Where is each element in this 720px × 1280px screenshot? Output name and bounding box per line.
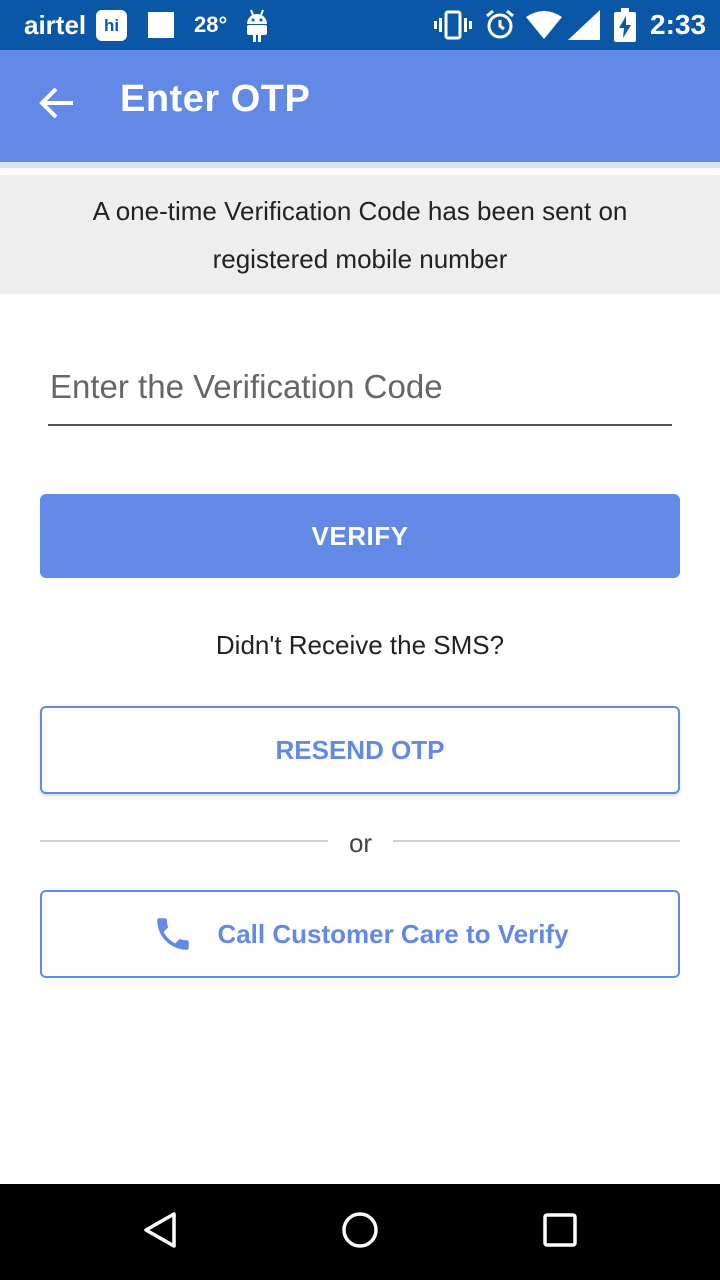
call-customer-care-button[interactable]: Call Customer Care to Verify [40,890,680,978]
nav-back-button[interactable] [134,1206,186,1258]
sms-question-text: Didn't Receive the SMS? [215,630,505,660]
divider-or-text: or [348,828,373,858]
info-banner: A one-time Verification Code has been se… [0,175,720,294]
divider-left [40,840,328,842]
back-button[interactable] [32,80,82,130]
alarm-icon [484,0,516,50]
status-bar: airtel hi 28° 2:33 [0,0,720,50]
resend-otp-button[interactable]: RESEND OTP [40,706,680,794]
call-customer-care-label: Call Customer Care to Verify [217,918,569,949]
verify-button[interactable]: VERIFY [40,494,680,578]
clock: 2:33 [650,9,707,40]
nav-home-icon [340,1210,380,1255]
info-message: A one-time Verification Code has been se… [92,195,628,274]
temperature-indicator: 28° [194,12,228,37]
hike-icon: hi [96,10,127,41]
battery-charging-icon [614,0,636,50]
wifi-icon [526,0,562,50]
page-title: Enter OTP [120,78,311,120]
nav-back-icon [140,1210,180,1255]
nav-recent-button[interactable] [534,1206,586,1258]
phone-icon [151,912,195,956]
nav-home-button[interactable] [334,1206,386,1258]
notification-square-icon [148,12,174,38]
signal-icon [568,0,600,50]
navigation-bar [0,1184,720,1280]
vibrate-icon [434,0,472,50]
otp-input[interactable] [48,362,672,426]
carrier-name: airtel [24,9,87,40]
app-bar: Enter OTP [0,50,720,168]
divider-right [393,840,680,842]
arrow-left-icon [39,87,75,124]
android-icon [244,8,270,44]
nav-recent-icon [542,1212,578,1253]
